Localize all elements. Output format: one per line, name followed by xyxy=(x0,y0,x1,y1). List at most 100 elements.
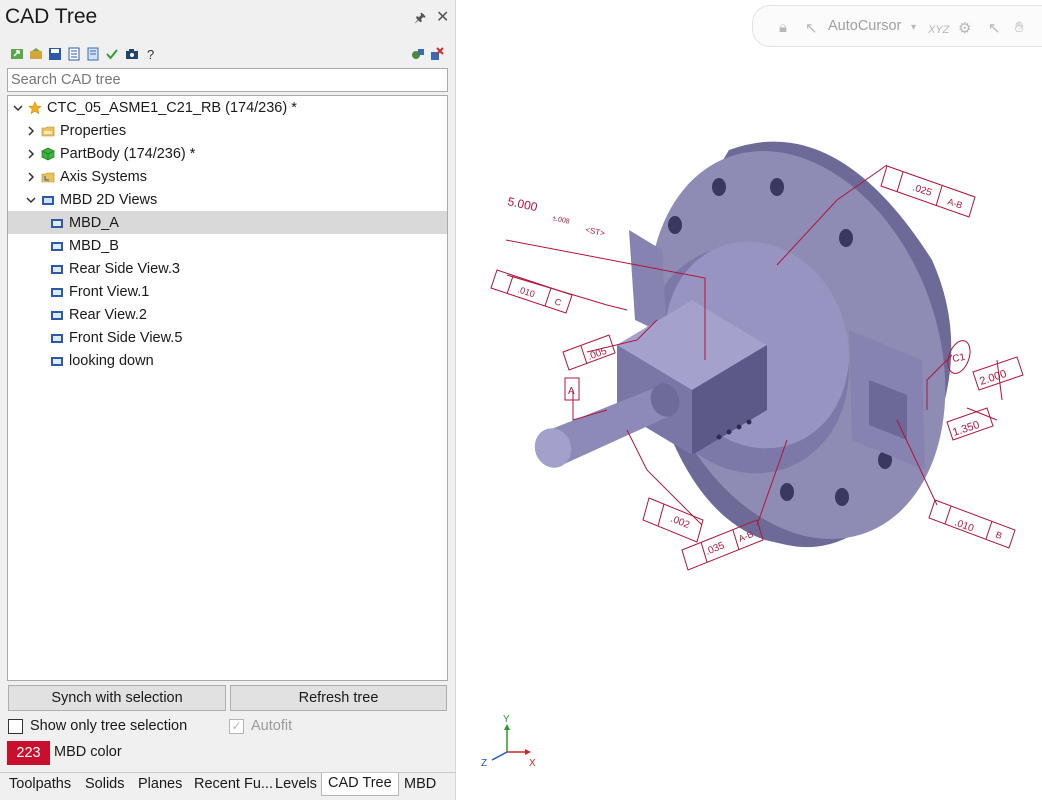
delete-icon[interactable] xyxy=(430,47,444,61)
x-axis-label: X xyxy=(529,758,536,769)
document-icon[interactable] xyxy=(67,47,81,61)
tab-toolpaths[interactable]: Toolpaths xyxy=(9,776,71,792)
folder-icon xyxy=(41,172,55,182)
y-axis-label: Y xyxy=(503,714,510,725)
fcf-005-text: .005 xyxy=(586,346,608,363)
help-icon[interactable]: ? xyxy=(144,47,158,61)
tol-text: ±.008 xyxy=(552,215,571,226)
tab-levels[interactable]: Levels xyxy=(275,776,317,792)
cad-tree: CTC_05_ASME1_C21_RB (174/236) * Properti… xyxy=(7,95,448,681)
tree-root[interactable]: CTC_05_ASME1_C21_RB (174/236) * xyxy=(12,96,297,119)
tree-item-label: MBD 2D Views xyxy=(60,191,158,208)
mbd-color-label: MBD color xyxy=(54,744,122,760)
tree-view-mbd-b[interactable]: MBD_B xyxy=(50,234,119,257)
dim-5000-text: 5.000 xyxy=(506,194,539,214)
tree-view-front[interactable]: Front View.1 xyxy=(50,280,149,303)
import-icon[interactable] xyxy=(29,47,43,61)
tab-cad-tree[interactable]: CAD Tree xyxy=(321,773,399,796)
search-input[interactable] xyxy=(7,68,448,92)
chevron-down-icon[interactable] xyxy=(25,194,37,206)
chevron-right-icon[interactable] xyxy=(25,125,37,137)
pin-icon[interactable]: 🖈︎ xyxy=(414,9,426,31)
camera-icon[interactable] xyxy=(125,47,139,61)
tree-root-label: CTC_05_ASME1_C21_RB (174/236) * xyxy=(47,99,297,116)
tab-mbd[interactable]: MBD xyxy=(404,776,436,792)
tree-view-looking-down[interactable]: looking down xyxy=(50,349,154,372)
tree-view-rear-side[interactable]: Rear Side View.3 xyxy=(50,257,180,280)
view-icon xyxy=(51,241,63,251)
collapse-icon[interactable] xyxy=(411,47,425,61)
view-icon xyxy=(51,264,63,274)
tree-view-front-side[interactable]: Front Side View.5 xyxy=(50,326,182,349)
view-icon xyxy=(51,218,63,228)
fcf-025-ref: A-B xyxy=(946,196,963,210)
checkbox-label: Autofit xyxy=(251,718,293,734)
tree-view-label: MBD_B xyxy=(69,237,119,254)
datum-a-text: A xyxy=(568,386,575,397)
tree-view-label: looking down xyxy=(69,352,154,369)
checkbox-box[interactable] xyxy=(8,718,23,734)
checkmark-icon[interactable] xyxy=(105,47,119,61)
chevron-right-icon[interactable] xyxy=(25,148,37,160)
z-axis-label: Z xyxy=(481,758,487,769)
fcf-010b-ref: C xyxy=(553,296,563,308)
close-icon[interactable]: ✕ xyxy=(436,7,449,27)
tree-item-mbd-2d-views[interactable]: MBD 2D Views xyxy=(25,188,157,211)
list-icon[interactable] xyxy=(86,47,100,61)
dim-lines-right xyxy=(966,359,1003,421)
tree-view-label: Rear Side View.3 xyxy=(69,260,180,277)
tree-item-label: Properties xyxy=(60,122,127,139)
export-icon[interactable] xyxy=(10,47,24,61)
tree-toolbar: ? xyxy=(10,47,450,65)
panel-header: CAD Tree 🖈︎ ✕ xyxy=(0,0,456,38)
tree-item-axis-systems[interactable]: Axis Systems xyxy=(25,165,147,188)
tree-view-label: Rear View.2 xyxy=(69,306,147,323)
c1-text: C1 xyxy=(952,352,967,365)
view-icon xyxy=(51,356,63,366)
axis-triad: Y X Z xyxy=(481,714,536,769)
chevron-right-icon[interactable] xyxy=(25,171,37,183)
view-folder-icon xyxy=(42,195,54,205)
solid-body-icon xyxy=(41,147,55,160)
tree-view-rear[interactable]: Rear View.2 xyxy=(50,303,147,326)
chevron-down-icon[interactable] xyxy=(12,102,24,114)
fcf-035-text: .035 xyxy=(704,540,727,558)
cad-tree-panel: CAD Tree 🖈︎ ✕ ? CTC_05_ASME1_C21_RB (174… xyxy=(0,0,456,800)
z-axis-line xyxy=(491,751,508,761)
folder-icon xyxy=(41,126,55,136)
tree-item-properties[interactable]: Properties xyxy=(25,119,126,142)
view-icon xyxy=(51,287,63,297)
st-text: <ST> xyxy=(585,225,606,238)
tree-item-label: Axis Systems xyxy=(60,168,148,185)
graphics-viewport[interactable]: 🔒︎ ↖ AutoCursor ▾ XYZ ⚙ ↖ ✋︎ 5.000 ±.008… xyxy=(457,0,1042,800)
tab-solids[interactable]: Solids xyxy=(85,776,125,792)
fcf-010-text: .010 xyxy=(953,517,975,534)
fcf-025-text: .025 xyxy=(911,182,933,199)
autofit-checkbox[interactable]: ✓ Autofit xyxy=(229,718,292,734)
panel-title: CAD Tree xyxy=(5,5,98,28)
tab-recent-functions[interactable]: Recent Fu... xyxy=(194,776,273,792)
cad-model[interactable]: 5.000 ±.008 <ST> .025 A-B .010 C .005 A … xyxy=(457,0,1042,800)
checkmark-icon[interactable]: ✓ xyxy=(229,718,244,734)
star-icon xyxy=(28,100,42,114)
svg-text:?: ? xyxy=(147,47,154,61)
fcf-002-text: .002 xyxy=(669,514,692,532)
show-only-tree-selection-checkbox[interactable]: Show only tree selection xyxy=(8,718,187,734)
tab-planes[interactable]: Planes xyxy=(138,776,182,792)
tree-view-label: Front Side View.5 xyxy=(69,329,183,346)
tree-view-mbd-a[interactable]: MBD_A xyxy=(8,211,447,234)
tree-view-label: MBD_A xyxy=(69,214,119,231)
view-icon xyxy=(51,310,63,320)
tree-view-label: Front View.1 xyxy=(69,283,150,300)
x-axis-arrow xyxy=(525,749,531,755)
synch-with-selection-button[interactable]: Synch with selection xyxy=(8,685,226,711)
mbd-color-swatch[interactable]: 223 xyxy=(7,741,50,765)
refresh-tree-button[interactable]: Refresh tree xyxy=(230,685,447,711)
fcf-010-ref: B xyxy=(994,529,1003,540)
tree-item-partbody[interactable]: PartBody (174/236) * xyxy=(25,142,195,165)
panel-tabs: Toolpaths Solids Planes Recent Fu... Lev… xyxy=(0,772,456,800)
save-icon[interactable] xyxy=(48,47,62,61)
tree-item-label: PartBody (174/236) * xyxy=(60,145,196,162)
checkbox-label: Show only tree selection xyxy=(30,718,188,734)
view-icon xyxy=(51,333,63,343)
